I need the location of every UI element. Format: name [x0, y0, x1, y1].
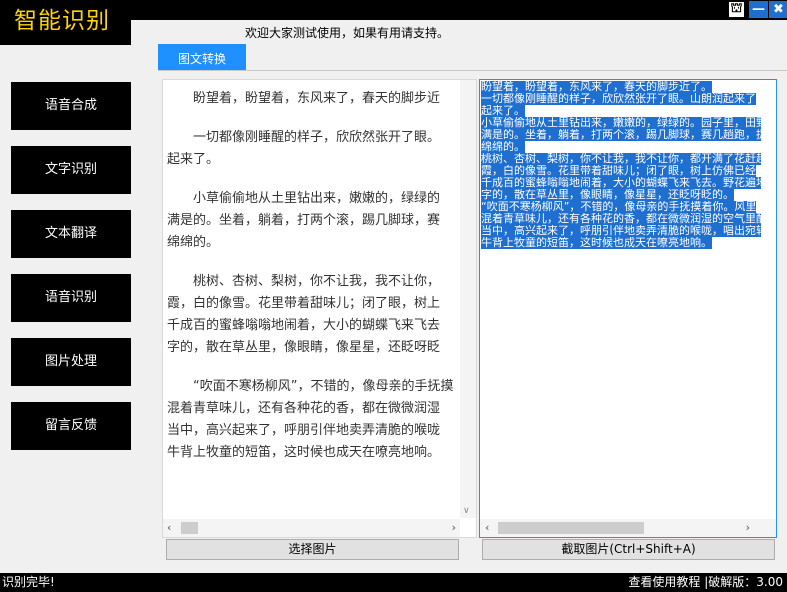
text-line: 一切都像刚睡醒的样子，欣欣然张开了眼。山朗润起来了 — [481, 93, 756, 105]
tab-divider — [158, 70, 787, 71]
tutorial-link[interactable]: 查看使用教程 |破解版：3.00 — [628, 573, 783, 592]
result-text-area[interactable]: 盼望着，盼望着，东风来了，春天的脚步近了。 一切都像刚睡醒的样子，欣欣然张开了眼… — [479, 79, 777, 538]
sidebar-item-image-processing[interactable]: 图片处理 — [11, 338, 131, 386]
text-line: 当中，高兴起来了，呼朋引伴地卖弄清脆的喉咙，唱出宛转 — [481, 225, 761, 237]
horizontal-scrollbar[interactable]: ‹ › — [480, 519, 776, 537]
vertical-scrollbar[interactable]: ∨ — [460, 80, 476, 518]
sidebar-item-text-recognition[interactable]: 文字识别 — [11, 146, 131, 194]
text-line: 起来了。 — [167, 152, 220, 167]
text-line: 霞，白的像雪。花里带着甜味儿；闭了眼，树上 — [167, 296, 441, 311]
tab-image-text[interactable]: 图文转换 — [158, 44, 246, 71]
capture-image-button[interactable]: 截取图片(Ctrl+Shift+A) — [482, 539, 775, 560]
scroll-right-icon[interactable]: › — [452, 521, 456, 534]
text-line: 混着青草味儿，还有各种花的香，都在微微润湿的空气里酝酿 — [481, 213, 761, 225]
app-title: 智能识别 — [0, 0, 131, 45]
status-message: 识别完毕! — [2, 575, 55, 589]
sidebar-item-translation[interactable]: 文本翻译 — [11, 210, 131, 258]
scroll-right-icon[interactable]: › — [746, 521, 750, 534]
scroll-thumb[interactable] — [181, 522, 198, 534]
text-line: “吹面不寒杨柳风”，不错的，像母亲的手抚摸着你。风里 — [481, 201, 757, 213]
text-line: 桃树、杏树、梨树，你不让我，我不让你， — [167, 274, 441, 289]
scroll-left-icon[interactable]: ‹ — [167, 521, 171, 534]
text-line: 满是的。坐着，躺着，打两个滚，踢几脚球，赛几趟跑，捉几 — [481, 129, 761, 141]
scroll-thumb[interactable] — [498, 522, 644, 534]
text-line: 字的，散在草丛里，像眼睛，像星星，还眨呀眨 — [167, 340, 441, 355]
paragraph: 盼望着，盼望着，东风来了，春天的脚步近 — [167, 88, 461, 110]
skin-icon[interactable]: ⛫ — [728, 1, 745, 18]
image-preview: 盼望着，盼望着，东风来了，春天的脚步近 一切都像刚睡醒的样子，欣欣然张开了眼。起… — [167, 88, 461, 508]
paragraph: 一切都像刚睡醒的样子，欣欣然张开了眼。 起来了。 — [167, 127, 461, 171]
text-line: 小草偷偷地从土里钻出来，嫩嫩的，绿绿的。园子里，田野 — [481, 117, 761, 129]
sidebar-item-speech-synthesis[interactable]: 语音合成 — [11, 82, 131, 130]
text-line: 千成百的蜜蜂嗡嗡地闹着，大小的蝴蝶飞来飞去。野花遍地 — [481, 177, 761, 189]
paragraph: 小草偷偷地从土里钻出来，嫩嫩的，绿绿的 满是的。坐着，躺着，打两个滚，踢几脚球，赛… — [167, 188, 461, 254]
status-bar: 识别完毕! 查看使用教程 |破解版：3.00 — [0, 573, 787, 592]
text-line: 盼望着，盼望着，东风来了，春天的脚步近了。 — [481, 81, 712, 93]
text-line: 牛背上牧童的短笛，这时候也成天在嘹亮地响。 — [167, 445, 441, 460]
text-line: 满是的。坐着，躺着，打两个滚，踢几脚球，赛 — [167, 213, 441, 228]
text-line: 起来了。 — [481, 105, 525, 117]
text-line: “吹面不寒杨柳风”，不错的，像母亲的手抚摸 — [167, 379, 454, 394]
text-line: 小草偷偷地从土里钻出来，嫩嫩的，绿绿的 — [167, 191, 441, 206]
select-image-button[interactable]: 选择图片 — [166, 539, 459, 560]
minimize-button[interactable]: — — [749, 1, 768, 18]
text-line: 牛背上牧童的短笛，这时候也成天在嘹亮地响。 — [481, 237, 712, 249]
welcome-message: 欢迎大家测试使用，如果有用请支持。 — [245, 26, 450, 40]
paragraph: “吹面不寒杨柳风”，不错的，像母亲的手抚摸 混着青草味儿，还有各种花的香，都在微微… — [167, 376, 461, 464]
text-line: 桃树、杏树、梨树，你不让我，我不让你，都开满了花赶趟 — [481, 153, 761, 165]
text-line: 混着青草味儿，还有各种花的香，都在微微润湿 — [167, 401, 441, 416]
horizontal-scrollbar[interactable]: ‹ › — [163, 519, 460, 537]
paragraph: 桃树、杏树、梨树，你不让我，我不让你， 霞，白的像雪。花里带着甜味儿；闭了眼，树上… — [167, 271, 461, 359]
image-preview-pane[interactable]: 盼望着，盼望着，东风来了，春天的脚步近 一切都像刚睡醒的样子，欣欣然张开了眼。起… — [162, 79, 477, 538]
sidebar-item-feedback[interactable]: 留言反馈 — [11, 402, 131, 450]
close-button[interactable]: ✖ — [769, 1, 787, 18]
text-line: 绵绵的。 — [167, 235, 220, 250]
sidebar-item-speech-recognition[interactable]: 语音识别 — [11, 274, 131, 322]
scroll-down-icon[interactable]: ∨ — [463, 506, 470, 516]
scroll-left-icon[interactable]: ‹ — [485, 521, 489, 534]
recognized-text[interactable]: 盼望着，盼望着，东风来了，春天的脚步近了。 一切都像刚睡醒的样子，欣欣然张开了眼… — [481, 81, 761, 249]
text-line: 霞，白的像雪。花里带着甜味儿；闭了眼，树上仿佛已经 — [481, 165, 756, 177]
text-line: 字的，散在草丛里，像眼睛，像星星，还眨呀眨的。 — [481, 189, 734, 201]
text-line: 盼望着，盼望着，东风来了，春天的脚步近 — [167, 91, 441, 106]
text-line: 当中，高兴起来了，呼朋引伴地卖弄清脆的喉咙 — [167, 423, 441, 438]
text-line: 千成百的蜜蜂嗡嗡地闹着，大小的蝴蝶飞来飞去 — [167, 318, 441, 333]
text-line: 一切都像刚睡醒的样子，欣欣然张开了眼。 — [167, 130, 441, 145]
text-line: 绵绵的。 — [481, 141, 525, 153]
